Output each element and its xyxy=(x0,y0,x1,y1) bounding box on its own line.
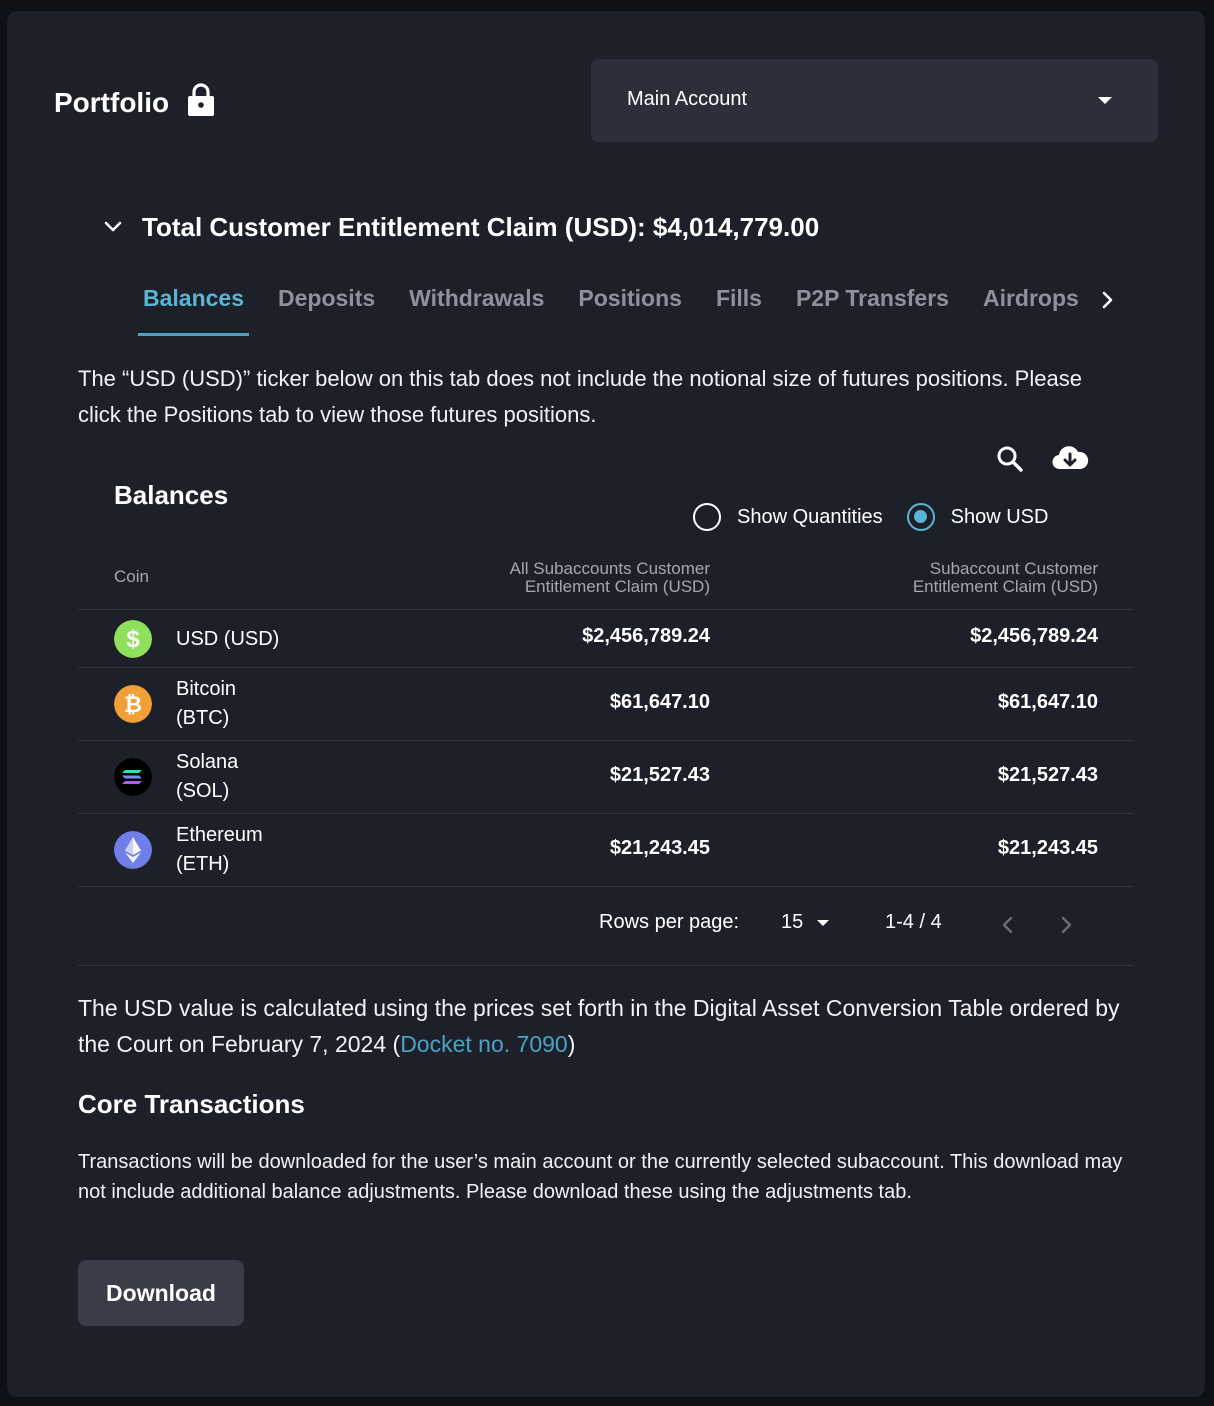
table-row: Ethereum (ETH) xyxy=(114,820,326,880)
tab-balances[interactable]: Balances xyxy=(138,279,250,336)
all-subaccounts-amount: $2,456,789.24 xyxy=(582,625,710,647)
tab-bar: Balances Deposits Withdrawals Positions … xyxy=(138,279,1088,336)
subaccount-amount: $21,527.43 xyxy=(997,764,1098,786)
table-row: Solana (SOL) xyxy=(114,747,326,807)
coin-name-line2: (SOL) xyxy=(176,780,230,802)
chevron-right-icon[interactable] xyxy=(1095,288,1119,312)
svg-text:₿: ₿ xyxy=(124,692,142,717)
coin-name: Solana (SOL) xyxy=(176,748,326,806)
coin-name-line1: Solana xyxy=(176,751,239,773)
column-header-coin[interactable]: Coin xyxy=(114,568,149,586)
column-header-subaccount[interactable]: Subaccount Customer Entitlement Claim (U… xyxy=(913,560,1098,596)
positions-notice: The “USD (USD)” ticker below on this tab… xyxy=(78,366,1082,427)
tab-positions[interactable]: Positions xyxy=(573,279,687,336)
tab-airdrops[interactable]: Airdrops xyxy=(978,279,1084,336)
bitcoin-icon: ₿ xyxy=(114,685,152,723)
tab-deposits[interactable]: Deposits xyxy=(273,279,380,336)
chevron-right-icon[interactable] xyxy=(1055,914,1077,936)
total-claim-text: Total Customer Entitlement Claim (USD): … xyxy=(142,211,820,242)
core-transactions-title: Core Transactions xyxy=(78,1089,305,1119)
caret-down-icon xyxy=(817,919,830,926)
portfolio-card: Portfolio Main Account Total Customer En… xyxy=(7,11,1205,1397)
column-header-sub-line2: Entitlement Claim (USD) xyxy=(912,577,1098,596)
table-row: ₿ Bitcoin (BTC) xyxy=(114,674,326,734)
solana-icon xyxy=(114,758,152,796)
coin-name: Ethereum (ETH) xyxy=(176,821,326,879)
rows-per-page-label: Rows per page: xyxy=(599,911,740,933)
chevron-left-icon[interactable] xyxy=(997,914,1019,936)
download-button[interactable]: Download xyxy=(78,1260,244,1326)
rows-per-page-select[interactable]: 15 xyxy=(781,911,830,934)
docket-link[interactable]: Docket no. 7090 xyxy=(400,1031,568,1057)
balances-title: Balances xyxy=(114,480,229,510)
account-select-value: Main Account xyxy=(627,88,748,110)
divider xyxy=(78,609,1134,610)
divider xyxy=(78,813,1134,814)
coin-name-line1: Ethereum xyxy=(176,824,263,846)
subaccount-amount: $2,456,789.24 xyxy=(970,625,1098,647)
all-subaccounts-amount: $21,243.45 xyxy=(609,837,710,859)
divider xyxy=(78,886,1134,887)
show-quantities-radio[interactable] xyxy=(693,503,721,531)
usd-value-note: The USD value is calculated using the pr… xyxy=(78,990,1128,1062)
claim-toggle[interactable]: Total Customer Entitlement Claim (USD): … xyxy=(102,209,819,245)
table-row: $ USD (USD) xyxy=(114,615,326,663)
core-transactions-text: Transactions will be downloaded for the … xyxy=(78,1151,1123,1203)
tab-p2p-transfers[interactable]: P2P Transfers xyxy=(791,279,954,336)
page-range: 1-4 / 4 xyxy=(885,911,942,933)
usd-coin-icon: $ xyxy=(114,620,152,658)
show-usd-label[interactable]: Show USD xyxy=(951,506,1049,529)
coin-name: USD (USD) xyxy=(176,625,326,654)
all-subaccounts-amount: $21,527.43 xyxy=(609,764,710,786)
subaccount-amount: $61,647.10 xyxy=(997,691,1098,713)
column-header-all-line1: All Subaccounts Customer xyxy=(509,559,710,578)
usd-value-note-text: The USD value is calculated using the pr… xyxy=(78,995,1120,1057)
account-select[interactable]: Main Account xyxy=(591,59,1158,142)
column-header-all-line2: Entitlement Claim (USD) xyxy=(524,577,710,596)
divider xyxy=(78,740,1134,741)
caret-down-icon xyxy=(1098,97,1112,104)
divider xyxy=(78,965,1134,966)
rows-per-page-value: 15 xyxy=(781,911,804,933)
svg-text:$: $ xyxy=(126,626,140,653)
column-header-all-subaccounts[interactable]: All Subaccounts Customer Entitlement Cla… xyxy=(510,560,710,596)
display-toggle: Show Quantities Show USD xyxy=(693,503,1048,531)
lock-icon xyxy=(188,83,214,116)
page-title: Portfolio xyxy=(54,87,170,118)
divider xyxy=(78,667,1134,668)
search-icon[interactable] xyxy=(995,444,1025,474)
coin-name-line2: (ETH) xyxy=(176,853,230,875)
column-header-sub-line1: Subaccount Customer xyxy=(929,559,1098,578)
cloud-download-icon[interactable] xyxy=(1051,444,1089,474)
coin-name-line1: Bitcoin xyxy=(176,678,237,700)
tab-fills[interactable]: Fills xyxy=(711,279,767,336)
coin-name-line2: (BTC) xyxy=(176,707,230,729)
all-subaccounts-amount: $61,647.10 xyxy=(609,691,710,713)
chevron-down-icon xyxy=(104,221,122,232)
coin-name: Bitcoin (BTC) xyxy=(176,675,326,733)
ethereum-icon xyxy=(114,831,152,869)
subaccount-amount: $21,243.45 xyxy=(997,837,1098,859)
show-quantities-label[interactable]: Show Quantities xyxy=(737,506,883,529)
show-usd-radio[interactable] xyxy=(906,503,935,531)
coin-name-line1: USD (USD) xyxy=(176,627,280,650)
tab-withdrawals[interactable]: Withdrawals xyxy=(404,279,549,336)
usd-value-note-close: ) xyxy=(567,1031,576,1057)
